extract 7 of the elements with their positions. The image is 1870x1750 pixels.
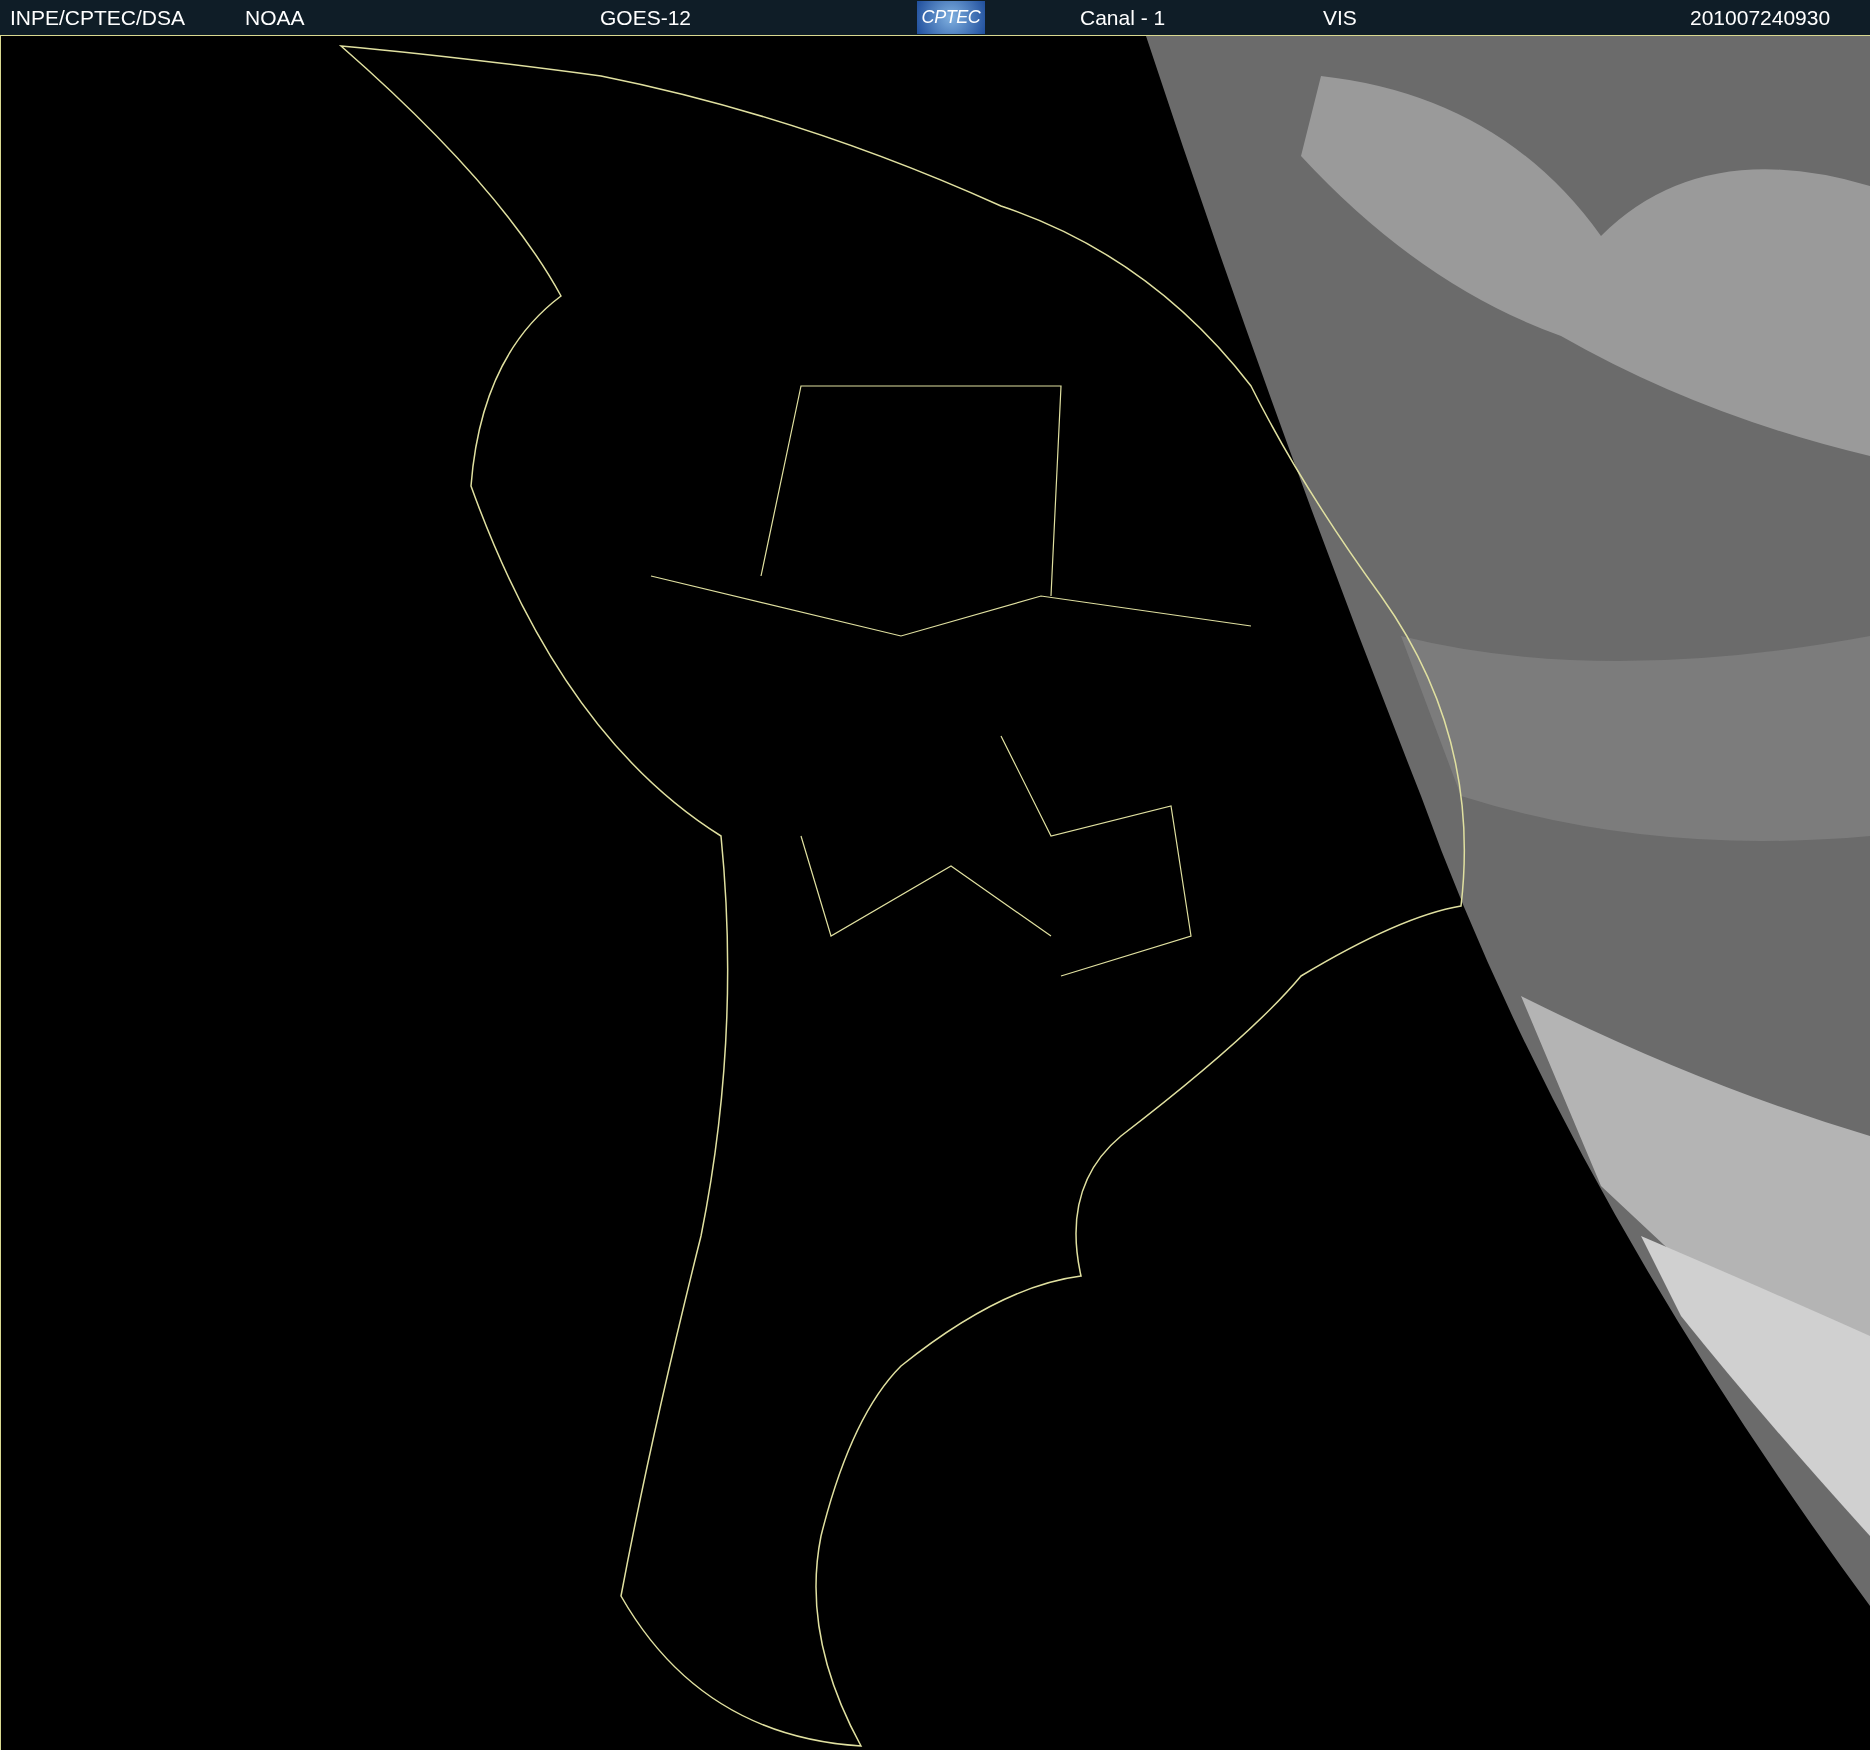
header-label: 201007240930 (1690, 6, 1831, 30)
header-label: NOAA (245, 6, 305, 30)
header-label: GOES-12 (600, 6, 692, 30)
header-label: VIS (1323, 6, 1357, 30)
logo: CPTEC (917, 1, 985, 34)
header-label: Canal - 1 (1080, 6, 1166, 30)
header-label: INPE/CPTEC/DSA (10, 6, 186, 30)
